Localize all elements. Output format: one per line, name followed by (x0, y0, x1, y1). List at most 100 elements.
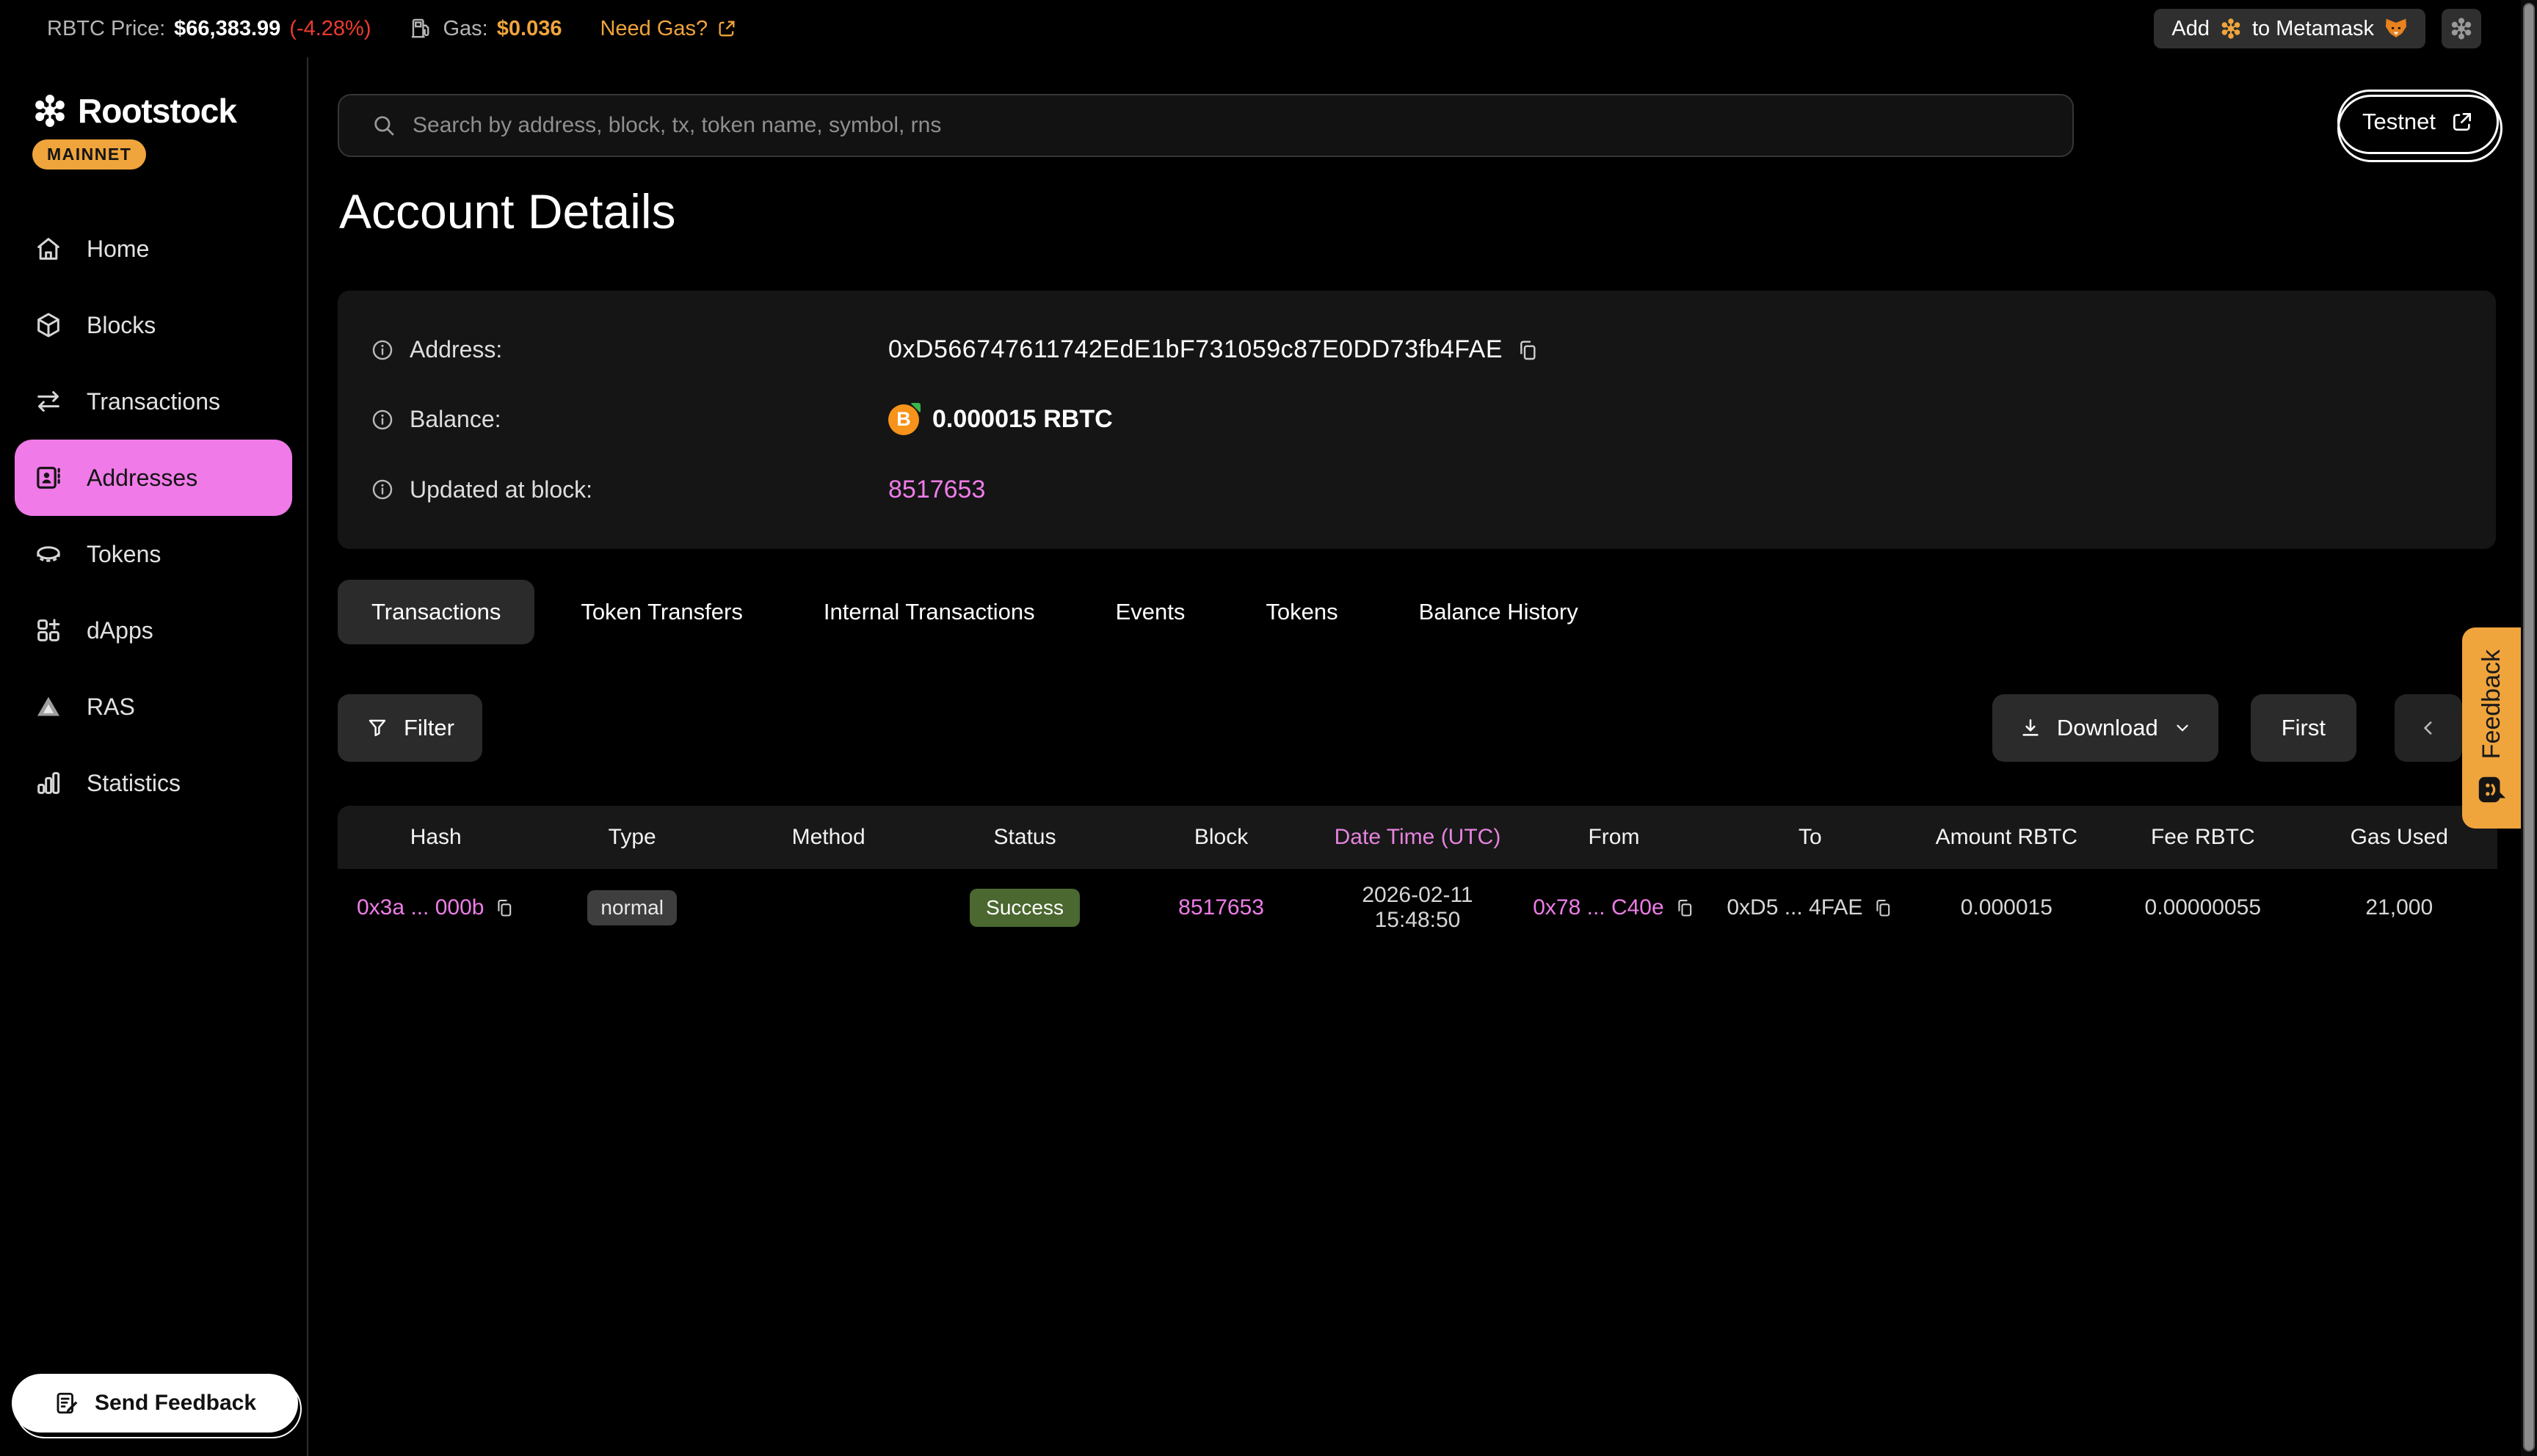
cell-type: normal (534, 890, 730, 925)
rbtc-coin-icon: B (888, 404, 919, 435)
sidebar-item-ras[interactable]: RAS (0, 669, 307, 745)
ras-icon (32, 692, 65, 721)
rootstock-logo-icon (32, 93, 68, 128)
scrollbar-thumb[interactable] (2523, 3, 2535, 1452)
page-title: Account Details (339, 183, 676, 239)
tab-token-transfers[interactable]: Token Transfers (540, 580, 783, 644)
gas-value: $0.036 (497, 17, 562, 41)
copy-address-button[interactable] (1516, 338, 1539, 362)
cell-gas-used: 21,000 (2301, 895, 2497, 920)
download-icon (2019, 716, 2042, 740)
sidebar-item-transactions[interactable]: Transactions (0, 363, 307, 440)
topbar: RBTC Price: $66,383.99 (-4.28%) Gas: $0.… (0, 0, 2537, 57)
updated-at-block-label: Updated at block: (410, 476, 592, 503)
copy-to-button[interactable] (1873, 898, 1893, 918)
previous-page-button[interactable] (2395, 694, 2462, 762)
sidebar-item-home[interactable]: Home (0, 211, 307, 287)
add-to-metamask-button[interactable]: Add to Metamask (2154, 9, 2425, 48)
statistics-icon (32, 768, 65, 798)
column-header-block[interactable]: Block (1123, 825, 1319, 850)
main-content: Testnet Account Details Address: 0xD5667… (310, 57, 2537, 1456)
column-header-from[interactable]: From (1516, 825, 1712, 850)
first-label: First (2282, 715, 2326, 741)
price-change: (-4.28%) (289, 17, 371, 41)
cell-datetime: 2026-02-11 15:48:50 (1319, 883, 1515, 933)
type-badge: normal (587, 890, 677, 925)
sidebar-item-label: Addresses (87, 465, 197, 492)
tab-internal-transactions[interactable]: Internal Transactions (783, 580, 1075, 644)
download-button[interactable]: Download (1992, 694, 2218, 762)
gas-label: Gas: (443, 17, 488, 41)
column-header-gas-used[interactable]: Gas Used (2301, 825, 2497, 850)
column-header-amount[interactable]: Amount RBTC (1909, 825, 2105, 850)
external-link-icon (2450, 110, 2474, 134)
sidebar-item-label: Tokens (87, 541, 161, 568)
updated-block-link[interactable]: 8517653 (888, 476, 985, 504)
download-label: Download (2057, 715, 2158, 741)
sidebar-item-statistics[interactable]: Statistics (0, 745, 307, 821)
sidebar-item-dapps[interactable]: dApps (0, 592, 307, 669)
status-badge: Success (970, 889, 1080, 927)
sidebar-item-label: Blocks (87, 312, 156, 339)
tab-balance-history[interactable]: Balance History (1379, 580, 1619, 644)
copy-from-button[interactable] (1674, 898, 1695, 918)
info-icon[interactable] (370, 338, 395, 363)
filter-button[interactable]: Filter (338, 694, 482, 762)
copy-hash-button[interactable] (494, 898, 515, 918)
testnet-button[interactable]: Testnet (2337, 90, 2499, 154)
sidebar-item-addresses[interactable]: Addresses (15, 440, 292, 516)
table-toolbar: Filter Download First (338, 694, 2537, 762)
rbtc-price: RBTC Price: $66,383.99 (-4.28%) (47, 17, 371, 41)
rootstock-widget-button[interactable] (2442, 9, 2481, 48)
from-address-link[interactable]: 0x78 ... C40e (1533, 895, 1663, 920)
sidebar: Rootstock MAINNET Home Blocks (0, 57, 308, 1456)
need-gas-link[interactable]: Need Gas? (600, 17, 737, 41)
filter-funnel-icon (366, 716, 389, 740)
network-badge[interactable]: MAINNET (32, 139, 146, 170)
address-label: Address: (410, 336, 502, 363)
cell-block: 8517653 (1123, 895, 1319, 920)
feedback-smiley-icon (2475, 773, 2508, 807)
rootstock-token-icon (2220, 18, 2242, 40)
send-feedback-button[interactable]: Send Feedback (12, 1374, 298, 1433)
table-header-row: Hash Type Method Status Block Date Time … (338, 806, 2497, 869)
info-icon[interactable] (370, 477, 395, 502)
scrollbar-track[interactable] (2521, 0, 2537, 1456)
column-header-status[interactable]: Status (926, 825, 1122, 850)
feedback-tab[interactable]: Feedback (2462, 627, 2521, 829)
account-tabs: Transactions Token Transfers Internal Tr… (338, 580, 1619, 644)
brand-logo[interactable]: Rootstock (0, 57, 307, 131)
sidebar-item-blocks[interactable]: Blocks (0, 287, 307, 363)
column-header-datetime[interactable]: Date Time (UTC) (1319, 825, 1515, 850)
tab-events[interactable]: Events (1075, 580, 1226, 644)
transactions-table: Hash Type Method Status Block Date Time … (338, 806, 2497, 947)
cell-fee: 0.00000055 (2105, 895, 2301, 920)
gas-price: Gas: $0.036 (410, 16, 562, 41)
cell-from: 0x78 ... C40e (1516, 895, 1712, 920)
column-header-method[interactable]: Method (730, 825, 926, 850)
cell-status: Success (926, 889, 1122, 927)
info-icon[interactable] (370, 407, 395, 432)
block-link[interactable]: 8517653 (1178, 895, 1264, 920)
tx-hash-link[interactable]: 0x3a ... 000b (357, 895, 484, 920)
balance-label: Balance: (410, 406, 501, 433)
testnet-label: Testnet (2362, 109, 2436, 135)
sidebar-item-tokens[interactable]: Tokens (0, 516, 307, 592)
column-header-fee[interactable]: Fee RBTC (2105, 825, 2301, 850)
first-page-button[interactable]: First (2251, 694, 2356, 762)
tab-tokens[interactable]: Tokens (1225, 580, 1378, 644)
sidebar-item-label: dApps (87, 617, 153, 644)
search-input[interactable] (413, 95, 2072, 156)
brand-name: Rootstock (78, 91, 236, 131)
to-address: 0xD5 ... 4FAE (1727, 895, 1862, 920)
transactions-icon (32, 387, 65, 416)
balance-row: Balance: B 0.000015 RBTC (370, 404, 2464, 435)
rootstock-gray-icon (2450, 17, 2473, 40)
column-header-to[interactable]: To (1712, 825, 1908, 850)
feedback-tab-label: Feedback (2478, 649, 2506, 759)
send-feedback-label: Send Feedback (95, 1391, 256, 1416)
filter-label: Filter (404, 715, 454, 741)
tab-transactions[interactable]: Transactions (338, 580, 534, 644)
column-header-hash[interactable]: Hash (338, 825, 534, 850)
column-header-type[interactable]: Type (534, 825, 730, 850)
